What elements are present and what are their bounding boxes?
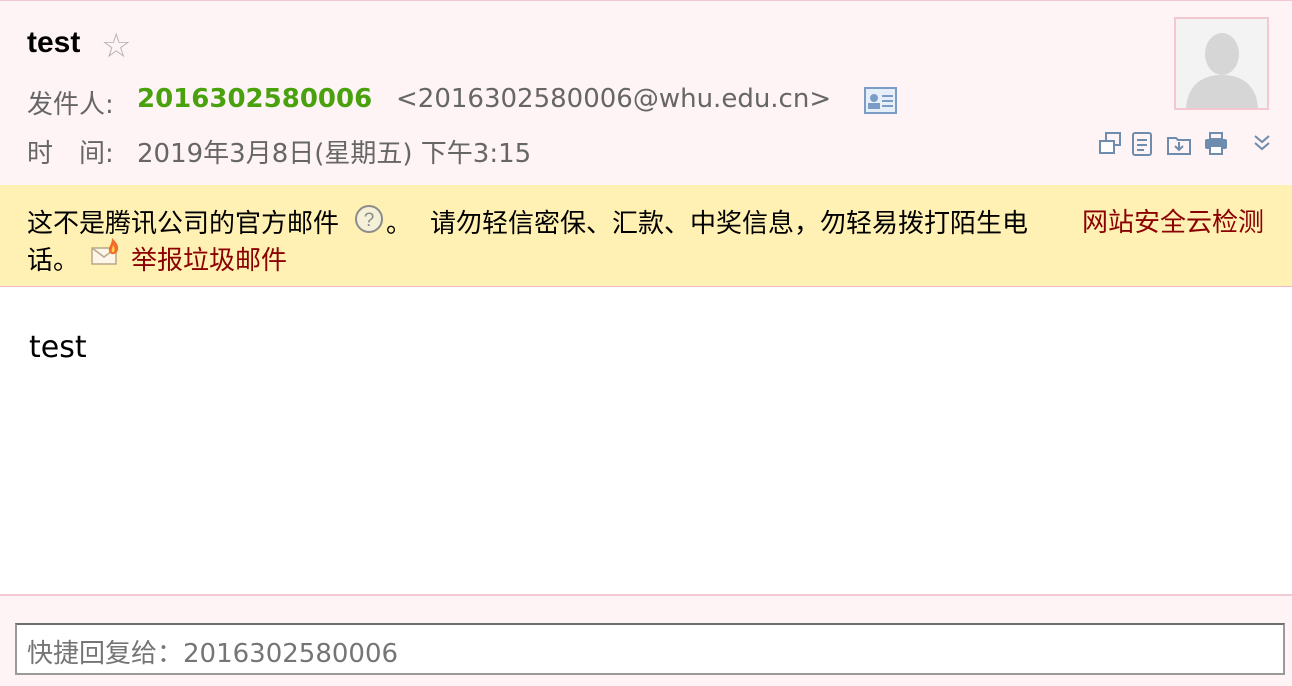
warning-text-end: 话。 <box>27 246 80 276</box>
sender-address: <2016302580006@whu.edu.cn> <box>396 84 832 114</box>
spam-report-icon[interactable] <box>90 236 122 266</box>
mail-subject: test <box>27 26 81 59</box>
warning-text-caution: 请勿轻信密保、汇款、中奖信息，勿轻易拨打陌生电 <box>430 209 1029 239</box>
time-value: 2019年3月8日(星期五) 下午3:15 <box>137 139 532 169</box>
warning-period: 。 <box>386 209 413 239</box>
star-outline-icon[interactable]: ☆ <box>101 26 131 66</box>
avatar[interactable] <box>1174 17 1269 110</box>
expand-more-icon[interactable] <box>1249 131 1275 157</box>
report-spam-link[interactable]: 举报垃圾邮件 <box>131 240 287 277</box>
view-source-icon[interactable] <box>1130 131 1156 157</box>
svg-text:?: ? <box>364 210 375 231</box>
save-download-icon[interactable] <box>1166 131 1192 157</box>
warning-text-part1: 这不是腾讯公司的官方邮件 <box>27 209 340 239</box>
quick-reply-input[interactable] <box>15 623 1285 675</box>
warning-text-official: 这不是腾讯公司的官方邮件 <box>27 203 339 240</box>
sender-label: 发件人: <box>27 90 114 120</box>
new-window-icon[interactable] <box>1097 131 1123 157</box>
avatar-placeholder-icon <box>1186 33 1258 108</box>
print-icon[interactable] <box>1203 131 1229 157</box>
question-circle-icon[interactable]: ? <box>354 204 384 234</box>
contact-card-icon[interactable] <box>864 87 897 114</box>
sender-name[interactable]: 2016302580006 <box>137 84 372 114</box>
cloud-security-check-link[interactable]: 网站安全云检测 <box>1082 202 1264 239</box>
mail-body: test <box>29 330 87 365</box>
time-label: 时 间: <box>27 139 114 169</box>
